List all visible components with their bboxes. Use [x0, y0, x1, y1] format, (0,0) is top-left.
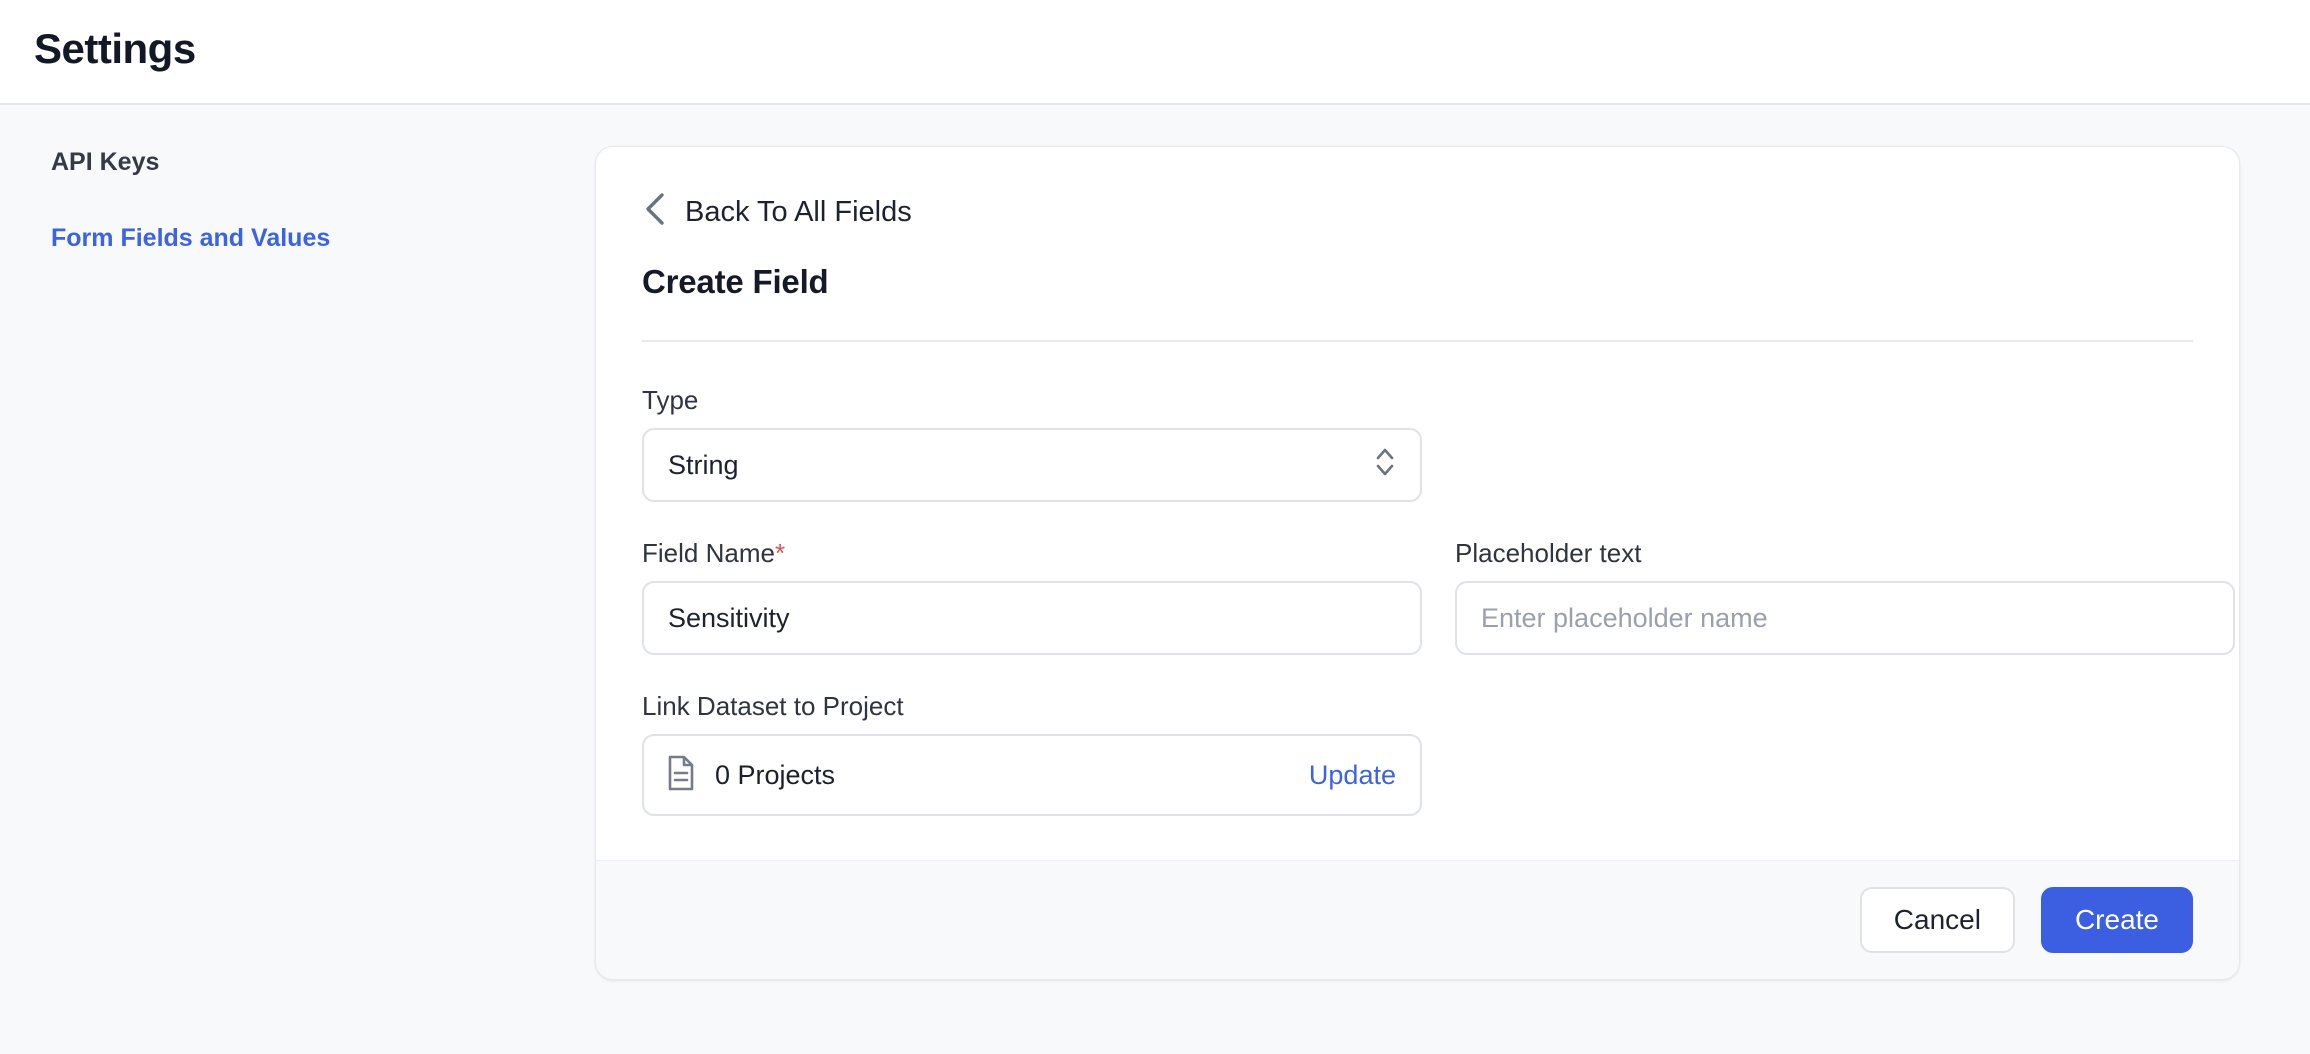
form-row-link-dataset: Link Dataset to Project: [642, 691, 2193, 816]
sidebar-item-label: API Keys: [51, 148, 159, 176]
sidebar-item-api-keys[interactable]: API Keys: [0, 147, 595, 177]
card-footer: Cancel Create: [596, 860, 2239, 979]
linked-projects-count: 0 Projects: [715, 760, 835, 791]
required-asterisk: *: [775, 538, 785, 568]
create-field-card: Back To All Fields Create Field Type Str…: [595, 146, 2240, 980]
placeholder-text-label: Placeholder text: [1455, 538, 2235, 568]
back-to-all-fields-button[interactable]: Back To All Fields: [642, 192, 912, 231]
header-divider: [642, 340, 2193, 342]
type-select[interactable]: String: [642, 428, 1422, 502]
form-row-type: Type String: [642, 385, 2193, 502]
type-label: Type: [642, 385, 1422, 415]
form-row-names: Field Name* Placeholder text: [642, 538, 2193, 655]
field-name-label: Field Name*: [642, 538, 1422, 568]
chevron-updown-icon: [1374, 444, 1396, 487]
type-row-spacer: [1455, 385, 2235, 502]
main-content: Back To All Fields Create Field Type Str…: [595, 105, 2310, 1054]
link-dataset-summary: 0 Projects: [666, 755, 835, 796]
link-dataset-group: Link Dataset to Project: [642, 691, 1422, 816]
card-body: Back To All Fields Create Field Type Str…: [596, 147, 2239, 860]
sidebar-item-form-fields-and-values[interactable]: Form Fields and Values: [0, 223, 595, 253]
back-to-all-fields-label: Back To All Fields: [685, 197, 912, 227]
cancel-button[interactable]: Cancel: [1860, 887, 2015, 953]
chevron-left-icon: [642, 192, 668, 231]
app-header: Settings: [0, 0, 2310, 105]
sidebar-item-label: Form Fields and Values: [51, 224, 330, 252]
link-dataset-box[interactable]: 0 Projects Update: [642, 734, 1422, 816]
field-name-label-text: Field Name: [642, 538, 775, 568]
link-dataset-label: Link Dataset to Project: [642, 691, 1422, 721]
placeholder-text-input[interactable]: [1455, 581, 2235, 655]
field-name-input[interactable]: [642, 581, 1422, 655]
field-name-group: Field Name*: [642, 538, 1422, 655]
settings-sidebar: API Keys Form Fields and Values: [0, 105, 595, 1054]
link-dataset-row-spacer: [1455, 691, 2235, 816]
type-field-group: Type String: [642, 385, 1422, 502]
placeholder-text-group: Placeholder text: [1455, 538, 2235, 655]
page-body: API Keys Form Fields and Values Back To …: [0, 105, 2310, 1054]
update-projects-link[interactable]: Update: [1309, 760, 1396, 791]
type-select-value: String: [668, 450, 739, 481]
document-icon: [666, 755, 696, 796]
create-button[interactable]: Create: [2041, 887, 2193, 953]
page-title: Settings: [34, 25, 196, 73]
card-title: Create Field: [642, 263, 2193, 301]
